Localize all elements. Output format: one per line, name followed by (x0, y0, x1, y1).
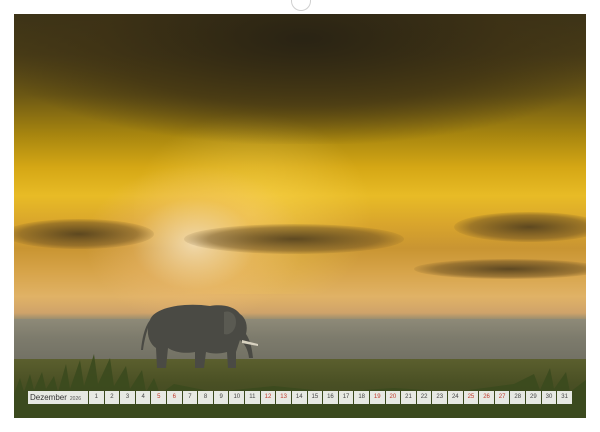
day-cell: 25 (463, 391, 479, 404)
day-cell: 27 (494, 391, 510, 404)
day-cell: 8 (198, 391, 213, 404)
day-cell: 11 (245, 391, 260, 404)
day-cell: 30 (541, 391, 557, 404)
storm-cloud (14, 14, 586, 144)
day-cell: 29 (526, 391, 541, 404)
day-cell: 31 (557, 391, 572, 404)
day-cell: 1 (89, 391, 104, 404)
day-cell: 10 (229, 391, 245, 404)
day-cell: 16 (323, 391, 338, 404)
day-cell: 28 (510, 391, 526, 404)
day-cell: 2 (104, 391, 120, 404)
day-cell: 24 (448, 391, 463, 404)
cloud-band-center (184, 224, 404, 254)
day-cell: 17 (338, 391, 354, 404)
day-cell: 5 (151, 391, 167, 404)
day-cell: 14 (291, 391, 307, 404)
day-cell: 6 (167, 391, 182, 404)
day-cell: 19 (369, 391, 385, 404)
calendar-photo (14, 14, 586, 418)
calendar-date-strip: Dezember 2026 1 2 3 4 5 6 7 8 9 10 11 12 13 14 15 16 17 1… (28, 391, 572, 404)
day-cell: 12 (260, 391, 276, 404)
hanger-hole-icon (291, 0, 311, 11)
foreground-grass (14, 354, 586, 418)
day-cell: 13 (276, 391, 291, 404)
day-cell: 3 (120, 391, 135, 404)
day-cell: 7 (182, 391, 198, 404)
day-cell: 26 (479, 391, 494, 404)
month-name: Dezember (30, 393, 67, 402)
day-cell: 18 (354, 391, 369, 404)
day-cell: 22 (416, 391, 432, 404)
day-cell: 15 (307, 391, 323, 404)
year-label: 2026 (69, 396, 82, 402)
month-label-cell: Dezember 2026 (28, 391, 88, 404)
day-cell: 9 (213, 391, 229, 404)
day-cell: 20 (385, 391, 401, 404)
day-cell: 4 (135, 391, 151, 404)
day-cell: 23 (432, 391, 448, 404)
cloud-band-far-right (414, 259, 586, 279)
cloud-band-right (454, 212, 586, 242)
day-cell: 21 (401, 391, 416, 404)
